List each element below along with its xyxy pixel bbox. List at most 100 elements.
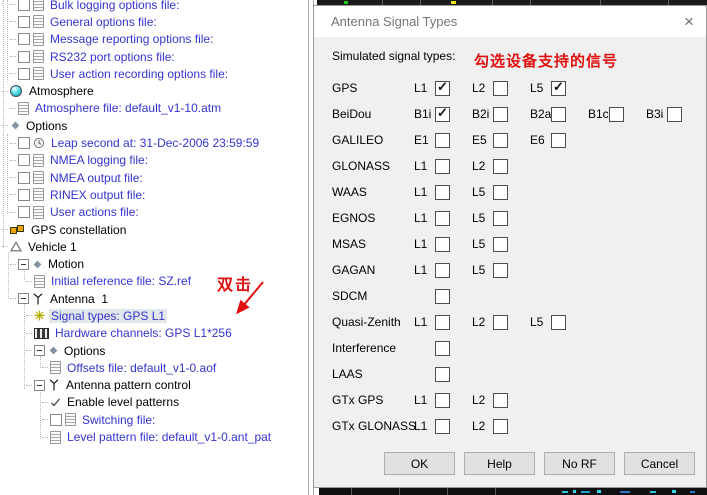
panel-splitter-line[interactable]	[308, 0, 309, 495]
signal-band-label: B3i	[646, 107, 667, 121]
check-mark-icon: ✓	[437, 105, 448, 121]
signal-checkbox[interactable]	[435, 419, 450, 434]
tree-checkbox[interactable]	[18, 206, 30, 218]
collapse-toggle-icon[interactable]	[34, 345, 45, 356]
tree-checkbox[interactable]	[18, 16, 30, 28]
tree-checkbox[interactable]	[18, 137, 30, 149]
signal-checkbox[interactable]: ✓	[551, 81, 566, 96]
signal-checkbox[interactable]	[435, 367, 450, 382]
signal-checkbox[interactable]	[493, 185, 508, 200]
tree-item[interactable]: User actions file:	[0, 204, 308, 221]
document-icon	[33, 154, 44, 167]
tree-item[interactable]: Hardware channels: GPS L1*256	[0, 325, 308, 342]
dialog-button-row: OK Help No RF Cancel	[332, 452, 706, 475]
signal-checkbox[interactable]	[667, 107, 682, 122]
tree-item[interactable]: Bulk logging options file:	[0, 0, 308, 13]
dialog-title-bar[interactable]: Antenna Signal Types ×	[314, 6, 706, 37]
signal-checkbox[interactable]	[435, 341, 450, 356]
tree-item[interactable]: Leap second at: 31-Dec-2006 23:59:59	[0, 134, 308, 151]
signal-checkbox[interactable]	[435, 159, 450, 174]
tree-checkbox[interactable]	[18, 68, 30, 80]
signal-system-label: GPS	[332, 81, 414, 95]
signal-checkbox[interactable]	[493, 419, 508, 434]
signal-checkbox[interactable]	[435, 289, 450, 304]
signal-checkbox[interactable]	[493, 133, 508, 148]
tree-checkbox[interactable]	[18, 51, 30, 63]
tree-checkbox[interactable]	[18, 189, 30, 201]
signal-checkbox[interactable]	[435, 211, 450, 226]
tree-item[interactable]: Offsets file: default_v1-0.aof	[0, 359, 308, 376]
signal-system-label: MSAS	[332, 237, 414, 251]
signal-system-label: LAAS	[332, 367, 414, 381]
signal-checkbox[interactable]	[435, 185, 450, 200]
tree-item[interactable]: User action recording options file:	[0, 65, 308, 82]
tree-item[interactable]: Atmosphere file: default_v1-10.atm	[0, 100, 308, 117]
check-mark-icon: ✓	[437, 79, 448, 95]
plot-trace-fragment	[581, 491, 590, 493]
tree-item[interactable]: Antenna 1	[0, 290, 308, 307]
collapse-toggle-icon[interactable]	[18, 259, 29, 270]
tree-checkbox[interactable]	[18, 33, 30, 45]
signal-checkbox[interactable]	[551, 315, 566, 330]
signal-checkbox[interactable]	[551, 107, 566, 122]
collapse-toggle-icon[interactable]	[34, 380, 45, 391]
tree-item[interactable]: Switching file:	[0, 411, 308, 428]
signal-checkbox[interactable]	[493, 211, 508, 226]
signal-band-label: E6	[530, 133, 551, 147]
tree-item[interactable]: Antenna pattern control	[0, 377, 308, 394]
cancel-button[interactable]: Cancel	[624, 452, 695, 475]
signal-checkbox[interactable]	[435, 393, 450, 408]
signal-slot: L1	[414, 159, 472, 174]
signal-band-label: L5	[472, 211, 493, 225]
tree-item[interactable]: Motion	[0, 255, 308, 272]
document-icon	[33, 0, 44, 11]
tree-item[interactable]: GPS constellation	[0, 221, 308, 238]
tree-item[interactable]: Options	[0, 342, 308, 359]
tree-item[interactable]: NMEA output file:	[0, 169, 308, 186]
tree-checkbox[interactable]	[18, 154, 30, 166]
collapse-toggle-icon[interactable]	[18, 293, 29, 304]
tree-item[interactable]: Message reporting options file:	[0, 31, 308, 48]
tree-item[interactable]: RS232 port options file:	[0, 48, 308, 65]
tree-item[interactable]: RINEX output file:	[0, 186, 308, 203]
tree-checkbox[interactable]	[18, 0, 30, 11]
signal-slot: E5	[472, 133, 530, 148]
tree-item[interactable]: Signal types: GPS L1	[0, 307, 308, 324]
signal-checkbox[interactable]	[493, 263, 508, 278]
tree-item[interactable]: Initial reference file: SZ.ref	[0, 273, 308, 290]
tree-item[interactable]: General options file:	[0, 13, 308, 30]
tree-item[interactable]: Options	[0, 117, 308, 134]
signal-checkbox[interactable]	[551, 133, 566, 148]
tree-item[interactable]: NMEA logging file:	[0, 152, 308, 169]
tree-item[interactable]: Vehicle 1	[0, 238, 308, 255]
signal-checkbox[interactable]	[609, 107, 624, 122]
ok-button[interactable]: OK	[384, 452, 455, 475]
tree-checkbox[interactable]	[50, 414, 62, 426]
signal-checkbox[interactable]	[493, 107, 508, 122]
signal-slot: L2	[472, 315, 530, 330]
signal-checkbox[interactable]: ✓	[435, 81, 450, 96]
tree-item[interactable]: Atmosphere	[0, 82, 308, 99]
close-icon[interactable]: ×	[672, 6, 706, 37]
tree-checkbox[interactable]	[18, 172, 30, 184]
signal-checkbox[interactable]	[493, 159, 508, 174]
tree-connector	[26, 385, 32, 386]
signal-checkbox[interactable]	[435, 133, 450, 148]
tree-item[interactable]: Level pattern file: default_v1-0.ant_pat	[0, 428, 308, 445]
signal-checkbox[interactable]: ✓	[435, 107, 450, 122]
signal-checkbox[interactable]	[493, 393, 508, 408]
signal-slot: B1i✓	[414, 107, 472, 122]
signal-checkbox[interactable]	[493, 237, 508, 252]
signal-checkbox[interactable]	[493, 81, 508, 96]
signal-checkbox[interactable]	[435, 263, 450, 278]
signal-checkbox[interactable]	[493, 315, 508, 330]
no-rf-button[interactable]: No RF	[544, 452, 615, 475]
diamond-bullet-icon	[50, 347, 58, 355]
tree-item[interactable]: Enable level patterns	[0, 394, 308, 411]
tree-connector	[10, 73, 16, 74]
help-button[interactable]: Help	[464, 452, 535, 475]
diamond-bullet-icon	[12, 122, 20, 130]
signal-checkbox[interactable]	[435, 315, 450, 330]
signal-checkbox[interactable]	[435, 237, 450, 252]
document-icon	[50, 431, 61, 444]
